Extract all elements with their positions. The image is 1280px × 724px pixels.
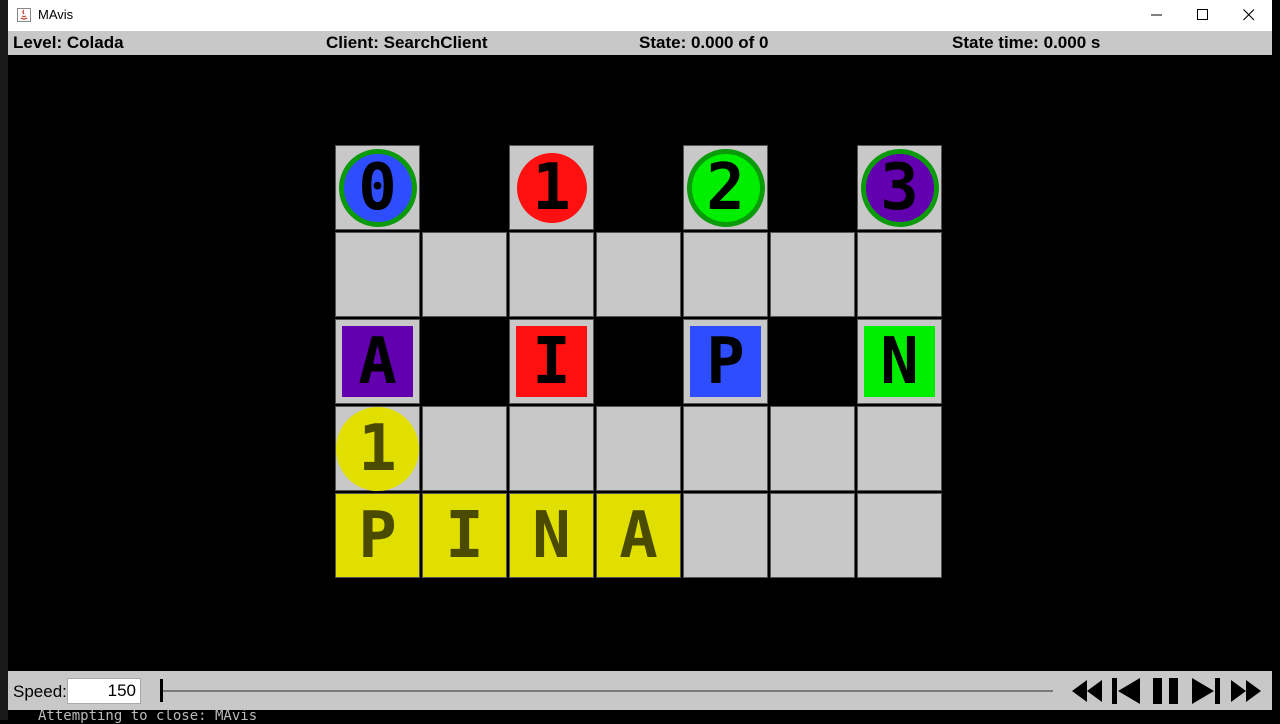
agent-1: 1 xyxy=(516,150,587,225)
box-goal-label: A xyxy=(619,498,658,573)
floor-cell xyxy=(683,232,768,317)
box-cell-p: P xyxy=(683,319,768,404)
step-forward-button[interactable] xyxy=(1191,676,1221,706)
console-output: Attempting to close: MAvis xyxy=(38,708,258,724)
skip-to-start-button[interactable] xyxy=(1071,676,1103,706)
box-goal-cell: P xyxy=(335,493,420,578)
floor-cell xyxy=(596,406,681,491)
floor-cell xyxy=(857,406,942,491)
minimize-icon xyxy=(1151,14,1162,16)
timeline-slider[interactable] xyxy=(163,690,1053,692)
agent-cell-0: 0 xyxy=(335,145,420,230)
step-back-icon xyxy=(1112,678,1140,704)
skip-to-start-icon xyxy=(1072,680,1102,702)
agent-3-label: 3 xyxy=(880,150,919,225)
box-a-label: A xyxy=(358,324,397,399)
agent-goal-label: 1 xyxy=(358,411,397,486)
status-bar: Level: Colada Client: SearchClient State… xyxy=(8,31,1272,55)
step-back-button[interactable] xyxy=(1111,676,1141,706)
floor-cell xyxy=(422,406,507,491)
speed-label: Speed: xyxy=(13,682,67,701)
agent-2-label: 2 xyxy=(706,150,745,225)
agent-cell-2: 2 xyxy=(683,145,768,230)
left-window-edge xyxy=(0,0,8,720)
close-icon xyxy=(1243,9,1255,21)
agent-3: 3 xyxy=(860,148,939,227)
agent-goal-cell: 1 xyxy=(335,406,420,491)
floor-cell xyxy=(596,232,681,317)
step-forward-icon xyxy=(1192,678,1220,704)
floor-cell xyxy=(857,493,942,578)
box-p-label: P xyxy=(706,324,745,399)
agent-cell-3: 3 xyxy=(857,145,942,230)
playback-bar: Speed: 150 xyxy=(8,671,1272,710)
state-label: State: 0.000 of 0 xyxy=(639,33,769,52)
floor-cell xyxy=(770,406,855,491)
speed-input[interactable]: 150 xyxy=(67,678,141,704)
floor-cell xyxy=(422,232,507,317)
floor-cell xyxy=(509,406,594,491)
title-bar: MAvis xyxy=(8,0,1272,32)
skip-to-end-button[interactable] xyxy=(1230,676,1262,706)
agent-2: 2 xyxy=(686,148,765,227)
level-grid: 0 1 2 3 A I P N 1 P I N A xyxy=(335,145,944,580)
box-goal-label: P xyxy=(358,498,397,573)
maximize-button[interactable] xyxy=(1180,0,1226,30)
agent-0: 0 xyxy=(338,148,417,227)
right-window-edge xyxy=(1272,0,1280,720)
floor-cell xyxy=(335,232,420,317)
box-cell-n: N xyxy=(857,319,942,404)
floor-cell xyxy=(683,406,768,491)
floor-cell xyxy=(509,232,594,317)
floor-cell xyxy=(857,232,942,317)
agent-0-label: 0 xyxy=(358,150,397,225)
box-goal-label: I xyxy=(445,498,484,573)
box-goal-cell: I xyxy=(422,493,507,578)
agent-cell-1: 1 xyxy=(509,145,594,230)
client-label: Client: SearchClient xyxy=(326,33,488,52)
window-title: MAvis xyxy=(38,7,74,22)
box-goal-cell: N xyxy=(509,493,594,578)
level-label: Level: Colada xyxy=(13,33,124,52)
box-cell-i: I xyxy=(509,319,594,404)
box-goal-cell: A xyxy=(596,493,681,578)
close-button[interactable] xyxy=(1226,0,1272,30)
box-n-label: N xyxy=(880,324,919,399)
box-cell-a: A xyxy=(335,319,420,404)
minimize-button[interactable] xyxy=(1134,0,1180,30)
box-p: P xyxy=(690,326,761,397)
box-n: N xyxy=(864,326,935,397)
floor-cell xyxy=(683,493,768,578)
maximize-icon xyxy=(1197,9,1208,20)
skip-to-end-icon xyxy=(1231,680,1261,702)
box-i-label: I xyxy=(532,324,571,399)
pause-icon xyxy=(1153,678,1178,704)
agent-1-label: 1 xyxy=(532,150,571,225)
timeline-slider-thumb[interactable] xyxy=(160,679,163,702)
box-a: A xyxy=(342,326,413,397)
floor-cell xyxy=(770,493,855,578)
box-i: I xyxy=(516,326,587,397)
java-app-icon xyxy=(17,8,31,22)
floor-cell xyxy=(770,232,855,317)
box-goal-label: N xyxy=(532,498,571,573)
state-time-label: State time: 0.000 s xyxy=(952,33,1101,52)
pause-button[interactable] xyxy=(1151,676,1181,706)
agent-1-goal: 1 xyxy=(336,406,419,491)
